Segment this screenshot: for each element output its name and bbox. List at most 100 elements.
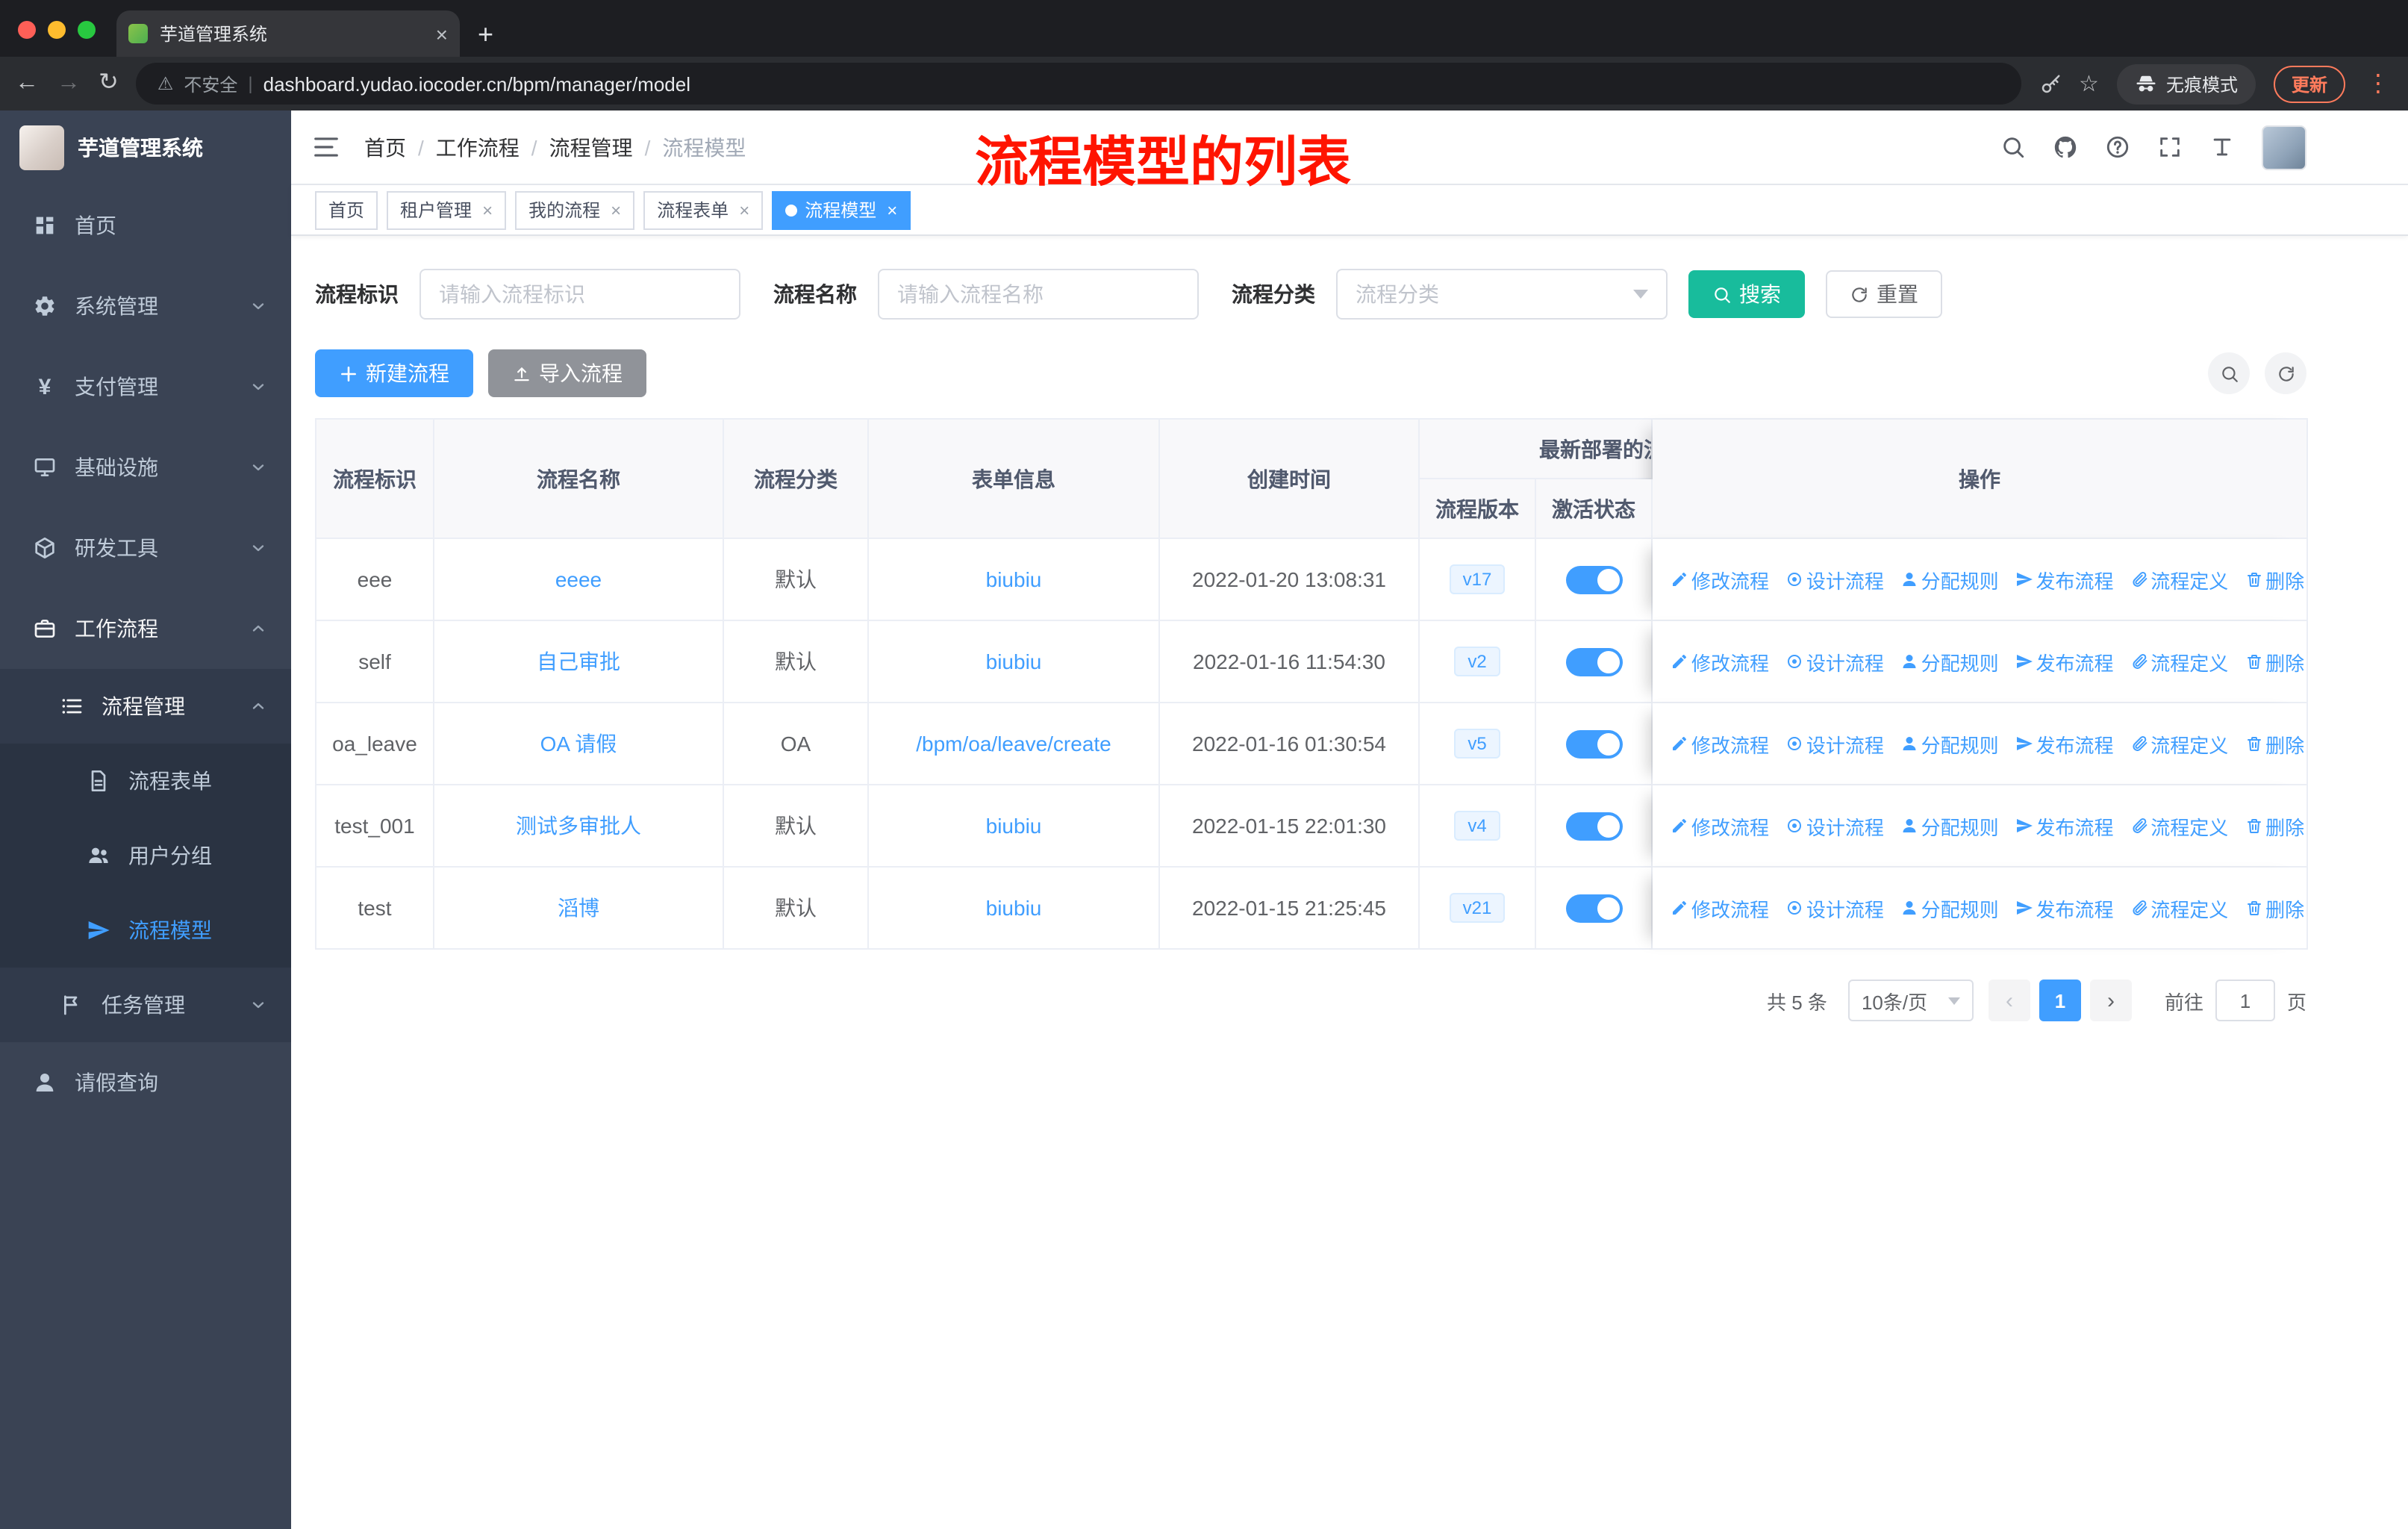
action-process-definition[interactable]: 流程定义 xyxy=(2130,565,2228,594)
search-icon[interactable] xyxy=(2000,134,2026,160)
form-link[interactable]: biubiu xyxy=(986,896,1042,920)
action-process-definition[interactable]: 流程定义 xyxy=(2130,812,2228,840)
action-delete[interactable]: 删除 xyxy=(2245,812,2304,840)
collapse-sidebar-icon[interactable] xyxy=(312,133,340,161)
process-name-input[interactable] xyxy=(878,269,1199,320)
current-page[interactable]: 1 xyxy=(2039,980,2081,1021)
font-size-icon[interactable] xyxy=(2209,134,2235,160)
action-design-process[interactable]: 设计流程 xyxy=(1785,729,1884,758)
version-badge[interactable]: v4 xyxy=(1454,811,1500,841)
action-assign-rule[interactable]: 分配规则 xyxy=(1900,894,1999,922)
action-publish-process[interactable]: 发布流程 xyxy=(2015,812,2113,840)
form-link[interactable]: /bpm/oa/leave/create xyxy=(916,732,1111,756)
next-page-button[interactable]: › xyxy=(2089,980,2132,1021)
action-edit-process[interactable]: 修改流程 xyxy=(1671,647,1769,676)
action-publish-process[interactable]: 发布流程 xyxy=(2015,894,2113,922)
action-process-definition[interactable]: 流程定义 xyxy=(2130,894,2228,922)
sidebar-item-infrastructure[interactable]: 基础设施 xyxy=(0,427,291,508)
user-avatar[interactable] xyxy=(2262,125,2306,169)
sidebar-item-home[interactable]: 首页 xyxy=(0,185,291,266)
action-process-definition[interactable]: 流程定义 xyxy=(2130,647,2228,676)
form-link[interactable]: biubiu xyxy=(986,567,1042,591)
url-text[interactable]: dashboard.yudao.iocoder.cn/bpm/manager/m… xyxy=(263,72,2000,95)
action-edit-process[interactable]: 修改流程 xyxy=(1671,729,1769,758)
active-toggle[interactable] xyxy=(1565,647,1622,676)
action-assign-rule[interactable]: 分配规则 xyxy=(1900,647,1999,676)
model-name-link[interactable]: 测试多审批人 xyxy=(516,814,641,838)
active-toggle[interactable] xyxy=(1565,894,1622,922)
tag-process-model[interactable]: 流程模型 × xyxy=(772,190,911,229)
prev-page-button[interactable]: ‹ xyxy=(1988,980,2030,1021)
model-name-link[interactable]: 自己审批 xyxy=(537,650,620,673)
sidebar-item-dev-tools[interactable]: 研发工具 xyxy=(0,508,291,588)
search-button[interactable]: 搜索 xyxy=(1688,270,1805,318)
browser-menu-icon[interactable]: ⋮ xyxy=(2363,69,2393,99)
action-publish-process[interactable]: 发布流程 xyxy=(2015,729,2113,758)
breadcrumb-item[interactable]: 流程管理 xyxy=(549,132,633,162)
sidebar-item-user-group[interactable]: 用户分组 xyxy=(0,818,291,893)
version-badge[interactable]: v17 xyxy=(1449,564,1506,594)
tab-close-icon[interactable]: × xyxy=(436,22,448,46)
action-assign-rule[interactable]: 分配规则 xyxy=(1900,812,1999,840)
form-link[interactable]: biubiu xyxy=(986,814,1042,838)
model-name-link[interactable]: eeee xyxy=(555,567,602,591)
action-delete[interactable]: 删除 xyxy=(2245,729,2304,758)
version-badge[interactable]: v2 xyxy=(1454,647,1500,676)
tag-home[interactable]: 首页 xyxy=(315,190,378,229)
key-icon[interactable] xyxy=(2039,72,2061,95)
breadcrumb-item[interactable]: 工作流程 xyxy=(436,132,520,162)
version-badge[interactable]: v5 xyxy=(1454,729,1500,759)
action-edit-process[interactable]: 修改流程 xyxy=(1671,565,1769,594)
zoom-window-button[interactable] xyxy=(78,21,96,39)
action-delete[interactable]: 删除 xyxy=(2245,647,2304,676)
browser-tab[interactable]: 芋道管理系统 × xyxy=(116,10,460,57)
goto-page-input[interactable] xyxy=(2215,980,2275,1021)
app-logo[interactable]: 芋道管理系统 xyxy=(0,110,291,185)
action-delete[interactable]: 删除 xyxy=(2245,894,2304,922)
tag-close-icon[interactable]: × xyxy=(887,199,897,220)
action-process-definition[interactable]: 流程定义 xyxy=(2130,729,2228,758)
action-design-process[interactable]: 设计流程 xyxy=(1785,647,1884,676)
bookmark-star-icon[interactable]: ☆ xyxy=(2079,70,2099,97)
action-edit-process[interactable]: 修改流程 xyxy=(1671,812,1769,840)
minimize-window-button[interactable] xyxy=(48,21,66,39)
model-name-link[interactable]: OA 请假 xyxy=(540,732,617,756)
github-icon[interactable] xyxy=(2053,134,2078,160)
action-design-process[interactable]: 设计流程 xyxy=(1785,894,1884,922)
tag-my-process[interactable]: 我的流程 × xyxy=(515,190,635,229)
sidebar-item-workflow[interactable]: 工作流程 xyxy=(0,588,291,669)
sidebar-item-leave-query[interactable]: 请假查询 xyxy=(0,1042,291,1123)
sidebar-item-task-management[interactable]: 任务管理 xyxy=(0,968,291,1042)
sidebar-item-process-model[interactable]: 流程模型 xyxy=(0,893,291,968)
action-publish-process[interactable]: 发布流程 xyxy=(2015,565,2113,594)
update-browser-button[interactable]: 更新 xyxy=(2273,65,2345,102)
action-edit-process[interactable]: 修改流程 xyxy=(1671,894,1769,922)
action-assign-rule[interactable]: 分配规则 xyxy=(1900,565,1999,594)
sidebar-item-system[interactable]: 系统管理 xyxy=(0,266,291,346)
reset-button[interactable]: 重置 xyxy=(1826,270,1942,318)
sidebar-item-payment[interactable]: ¥ 支付管理 xyxy=(0,346,291,427)
action-delete[interactable]: 删除 xyxy=(2245,565,2304,594)
form-link[interactable]: biubiu xyxy=(986,650,1042,673)
tag-close-icon[interactable]: × xyxy=(611,199,621,220)
action-assign-rule[interactable]: 分配规则 xyxy=(1900,729,1999,758)
close-window-button[interactable] xyxy=(18,21,36,39)
active-toggle[interactable] xyxy=(1565,729,1622,758)
tag-process-form[interactable]: 流程表单 × xyxy=(643,190,764,229)
page-size-select[interactable]: 10条/页 xyxy=(1847,980,1974,1021)
help-icon[interactable] xyxy=(2105,134,2130,160)
address-bar[interactable]: ⚠ 不安全 | dashboard.yudao.iocoder.cn/bpm/m… xyxy=(136,63,2021,105)
create-process-button[interactable]: 新建流程 xyxy=(315,349,473,397)
process-key-input[interactable] xyxy=(419,269,740,320)
refresh-table-button[interactable] xyxy=(2265,352,2306,394)
breadcrumb-item[interactable]: 首页 xyxy=(364,132,406,162)
tag-close-icon[interactable]: × xyxy=(739,199,749,220)
action-design-process[interactable]: 设计流程 xyxy=(1785,812,1884,840)
show-search-button[interactable] xyxy=(2208,352,2250,394)
model-name-link[interactable]: 滔博 xyxy=(558,896,599,920)
version-badge[interactable]: v21 xyxy=(1449,893,1506,923)
new-tab-button[interactable]: + xyxy=(460,19,511,57)
active-toggle[interactable] xyxy=(1565,565,1622,594)
forward-icon[interactable]: → xyxy=(57,71,81,96)
import-process-button[interactable]: 导入流程 xyxy=(488,349,646,397)
